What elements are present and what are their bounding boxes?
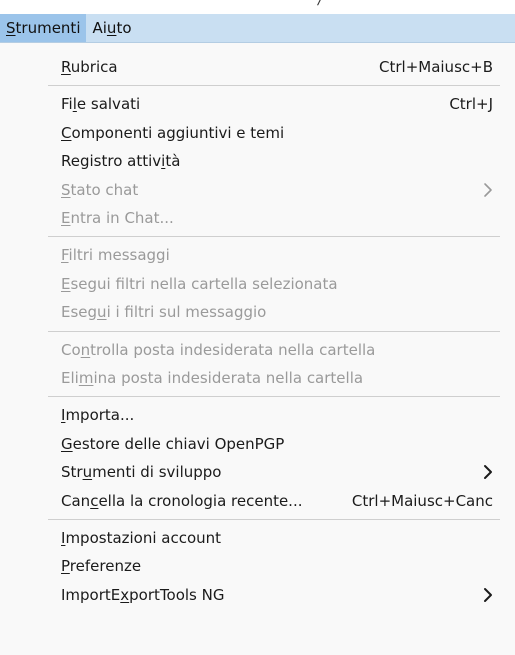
menu-item-label: Esegui i filtri sul messaggio <box>61 303 267 322</box>
menu-item-shortcut: Ctrl+Maiusc+B <box>379 58 493 76</box>
menu-item-label: Impostazioni account <box>61 529 222 547</box>
menubar-item-strumenti[interactable]: Strumenti <box>0 14 87 42</box>
menu-item-label: Gestore delle chiavi OpenPGP <box>61 434 285 453</box>
menu-separator <box>48 396 500 398</box>
menu-item-label: Strumenti di sviluppo <box>61 463 222 482</box>
menu-separator <box>48 236 500 238</box>
strumenti-dropdown-menu: Rubrica Ctrl+Maiusc+B File salvati Ctrl+J Co… <box>0 43 515 655</box>
menu-item-label: Stato chat <box>61 180 139 199</box>
menu-item-label: Entra in Chat... <box>61 209 174 227</box>
menu-item-strumenti-di-sviluppo[interactable]: Strumenti di sviluppo <box>0 458 515 486</box>
chevron-right-icon <box>484 182 492 197</box>
menu-item-esegui-filtri-nella-cartella-selezionata: Esegui filtri nella cartella selezionata <box>0 270 515 298</box>
menu-separator <box>48 85 500 87</box>
clipped-title-fragment: / <box>318 0 323 8</box>
menu-item-label: Componenti aggiuntivi e temi <box>61 123 285 142</box>
menu-item-elimina-posta-indesiderata-nella-cartella: Elimina posta indesiderata nella cartell… <box>0 364 515 392</box>
menu-item-registro-attivita[interactable]: Registro attività <box>0 147 515 175</box>
menu-item-shortcut: Ctrl+Maiusc+Canc <box>351 491 493 510</box>
menu-item-label: Esegui filtri nella cartella selezionata <box>61 274 338 293</box>
menu-separator <box>48 519 500 520</box>
menubar-item-aiuto[interactable]: Aiuto <box>86 14 137 42</box>
menu-item-entra-in-chat: Entra in Chat... <box>0 204 515 232</box>
menu-item-cancella-la-cronologia-recente[interactable]: Cancella la cronologia recente... Ctrl+Ma… <box>0 487 515 515</box>
menu-item-stato-chat: Stato chat <box>0 176 515 204</box>
menu-item-impostazioni-account[interactable]: Impostazioni account <box>0 524 515 552</box>
chevron-right-icon <box>484 465 492 480</box>
menu-item-label: Elimina posta indesiderata nella cartell… <box>61 369 364 387</box>
menu-item-label: Controlla posta indesiderata nella carte… <box>61 340 376 359</box>
chevron-right-icon <box>484 587 492 602</box>
menu-item-esegui-i-filtri-sul-messaggio: Esegui i filtri sul messaggio <box>0 298 515 326</box>
window-top-strip: / <box>0 0 515 14</box>
menu-item-rubrica[interactable]: Rubrica Ctrl+Maiusc+B <box>0 53 515 81</box>
menu-item-componenti-aggiuntivi-e-temi[interactable]: Componenti aggiuntivi e temi <box>0 119 515 147</box>
menu-separator <box>48 330 500 332</box>
menu-item-file-salvati[interactable]: File salvati Ctrl+J <box>0 90 515 118</box>
menu-item-importexporttools-ng[interactable]: ImportExportTools NG <box>0 581 515 609</box>
menu-bar: Strumenti Aiuto <box>0 14 515 43</box>
menu-item-preferenze[interactable]: Preferenze <box>0 552 515 580</box>
menu-item-label: Importa... <box>61 406 135 425</box>
menu-item-label: Preferenze <box>61 557 142 576</box>
menu-item-label: Cancella la cronologia recente... <box>61 491 303 510</box>
menu-item-label: ImportExportTools NG <box>61 585 225 604</box>
menu-item-importa[interactable]: Importa... <box>0 401 515 429</box>
menu-item-label: Rubrica <box>61 58 118 76</box>
menu-item-controlla-posta-indesiderata-nella-cartella: Controlla posta indesiderata nella carte… <box>0 336 515 364</box>
menu-item-filtri-messaggi: Filtri messaggi <box>0 241 515 269</box>
menu-item-label: Filtri messaggi <box>61 246 170 265</box>
menu-item-label: Registro attività <box>61 152 181 171</box>
menu-item-shortcut: Ctrl+J <box>449 95 493 114</box>
menu-item-label: File salvati <box>61 95 141 114</box>
menu-item-gestore-delle-chiavi-openpgp[interactable]: Gestore delle chiavi OpenPGP <box>0 430 515 458</box>
